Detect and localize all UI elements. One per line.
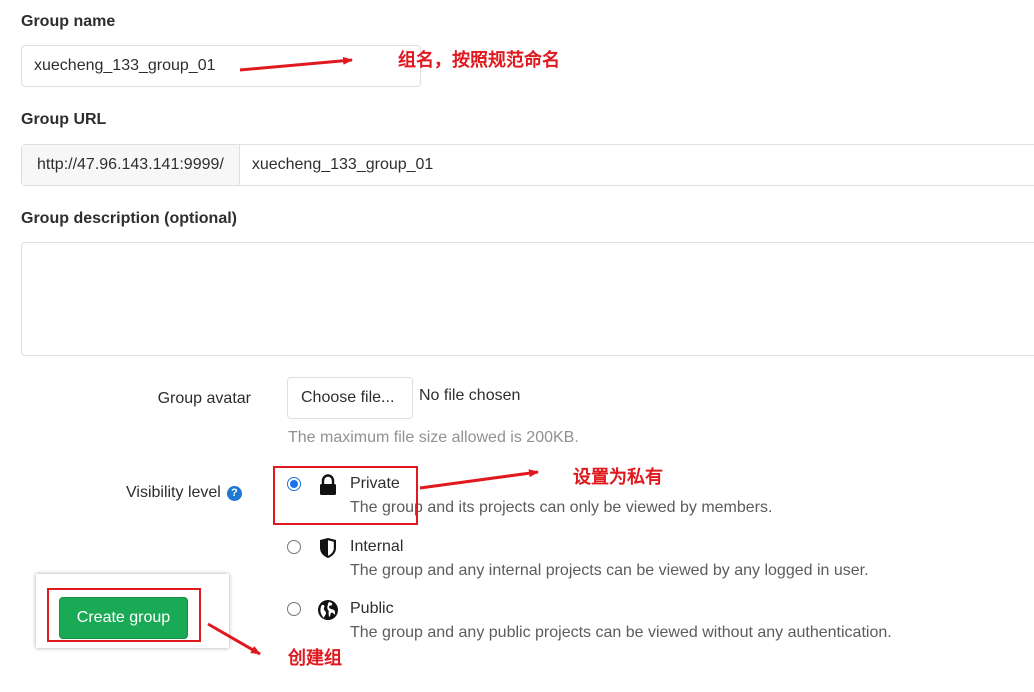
annotation-arrows bbox=[207, 56, 539, 656]
annotation-private: 设置为私有 bbox=[573, 467, 663, 488]
annotation-create: 创建组 bbox=[288, 648, 342, 669]
name-arrow bbox=[239, 56, 353, 72]
private-arrow bbox=[419, 469, 539, 490]
create-arrow bbox=[207, 622, 261, 656]
annotation-name: 组名，按照规范命名 bbox=[398, 50, 560, 71]
